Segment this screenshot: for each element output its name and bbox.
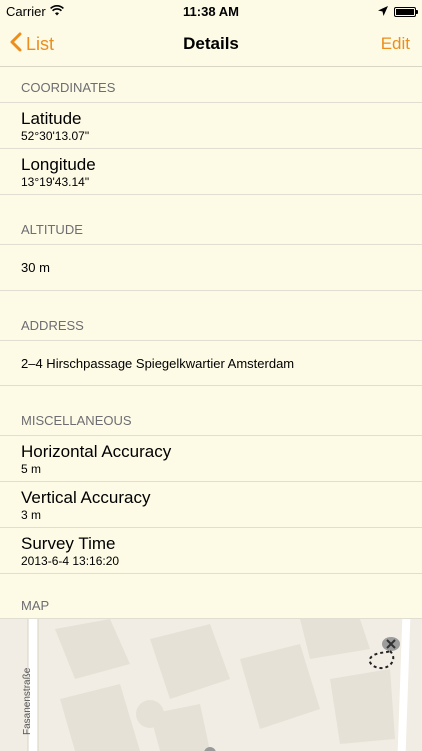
- horizontal-accuracy-row[interactable]: Horizontal Accuracy 5 m: [0, 435, 422, 481]
- longitude-value: 13°19'43.14": [21, 174, 90, 189]
- address-row[interactable]: 2–4 Hirschpassage Spiegelkwartier Amster…: [0, 340, 422, 385]
- status-time: 11:38 AM: [183, 4, 239, 19]
- longitude-row[interactable]: Longitude 13°19'43.14": [0, 148, 422, 194]
- location-arrow-icon: [378, 4, 388, 19]
- vertical-accuracy-label: Vertical Accuracy: [21, 487, 151, 507]
- latitude-row[interactable]: Latitude 52°30'13.07": [0, 102, 422, 148]
- battery-icon: [394, 6, 418, 17]
- latitude-value: 52°30'13.07": [21, 128, 90, 143]
- latitude-label: Latitude: [21, 108, 82, 128]
- section-header-miscellaneous: MISCELLANEOUS: [0, 385, 422, 435]
- details-table[interactable]: COORDINATES Latitude 52°30'13.07" Longit…: [0, 67, 422, 620]
- survey-time-label: Survey Time: [21, 533, 116, 553]
- navigation-bar: List Details Edit: [0, 22, 422, 67]
- street-label: Fasanenstraße: [22, 667, 33, 735]
- vertical-accuracy-value: 3 m: [21, 507, 42, 522]
- altitude-value: 30 m: [21, 260, 50, 275]
- map-tiles: [0, 619, 422, 751]
- edit-button[interactable]: Edit: [381, 34, 410, 54]
- page-title: Details: [183, 34, 239, 53]
- altitude-row[interactable]: 30 m: [0, 244, 422, 290]
- map-view[interactable]: [0, 618, 422, 751]
- horizontal-accuracy-value: 5 m: [21, 461, 42, 476]
- section-header-address: ADDRESS: [0, 290, 422, 340]
- map-pin-icon[interactable]: [364, 635, 400, 678]
- survey-time-row[interactable]: Survey Time 2013-6-4 13:16:20: [0, 527, 422, 573]
- status-bar: Carrier 11:38 AM: [0, 0, 422, 22]
- section-header-altitude: ALTITUDE: [0, 194, 422, 244]
- section-header-coordinates: COORDINATES: [21, 80, 116, 95]
- survey-time-value: 2013-6-4 13:16:20: [21, 553, 120, 568]
- longitude-label: Longitude: [21, 154, 96, 174]
- address-value: 2–4 Hirschpassage Spiegelkwartier Amster…: [21, 355, 295, 371]
- vertical-accuracy-row[interactable]: Vertical Accuracy 3 m: [0, 481, 422, 527]
- horizontal-accuracy-label: Horizontal Accuracy: [21, 441, 172, 461]
- section-header-map: MAP: [0, 573, 422, 620]
